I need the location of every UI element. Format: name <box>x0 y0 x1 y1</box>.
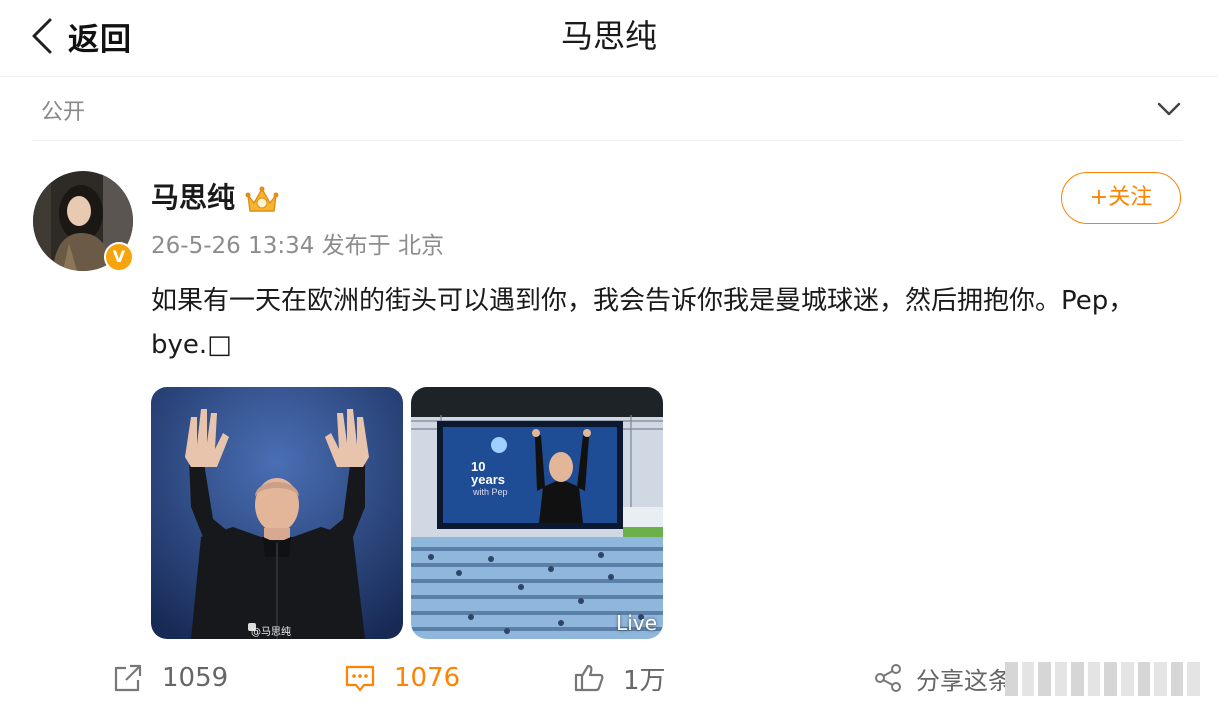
follow-button[interactable]: +关注 <box>1061 172 1181 224</box>
crown-badge-icon <box>245 186 279 212</box>
post-text: 如果有一天在欧洲的街头可以遇到你，我会告诉你我是曼城球迷，然后拥抱你。Pep，b… <box>151 286 1135 360</box>
live-badge: Live <box>616 611 657 635</box>
thumbs-up-icon <box>574 664 604 692</box>
post-image-1[interactable]: @马思纯 <box>151 387 403 639</box>
verified-badge-icon: V <box>104 242 134 272</box>
comment-button[interactable]: 1076 <box>344 656 460 700</box>
post-image-2[interactable]: 10 years with Pep Live <box>411 387 663 639</box>
username[interactable]: 马思纯 <box>151 180 235 216</box>
screen-years: years <box>471 472 505 487</box>
share-icon <box>875 664 901 692</box>
photo-pep-waving <box>151 387 403 639</box>
repost-icon <box>114 664 142 692</box>
like-button[interactable]: 1万 <box>573 656 666 700</box>
comment-count: 1076 <box>394 663 461 693</box>
visibility-label: 公开 <box>41 100 86 125</box>
image-watermark: @马思纯 <box>251 627 291 638</box>
screen-sub: with Pep <box>472 487 508 497</box>
comment-icon <box>345 665 375 692</box>
visibility-row[interactable]: 公开 <box>32 80 1182 141</box>
share-label: 分享这条 <box>916 666 1012 695</box>
chevron-down-icon[interactable] <box>1156 96 1182 122</box>
photo-stadium-screen: 10 years with Pep <box>411 387 663 639</box>
repost-button[interactable]: 1059 <box>112 656 228 700</box>
share-button[interactable]: 分享这条 <box>872 656 1012 700</box>
repost-count: 1059 <box>162 663 229 693</box>
pixelated-overlay <box>1005 662 1200 696</box>
top-nav-bar: 返回 马思纯 <box>0 0 1218 77</box>
like-count: 1万 <box>623 665 666 696</box>
post-meta: 26-5-26 13:34 发布于 北京 <box>151 233 444 259</box>
page-title: 马思纯 <box>560 17 657 55</box>
